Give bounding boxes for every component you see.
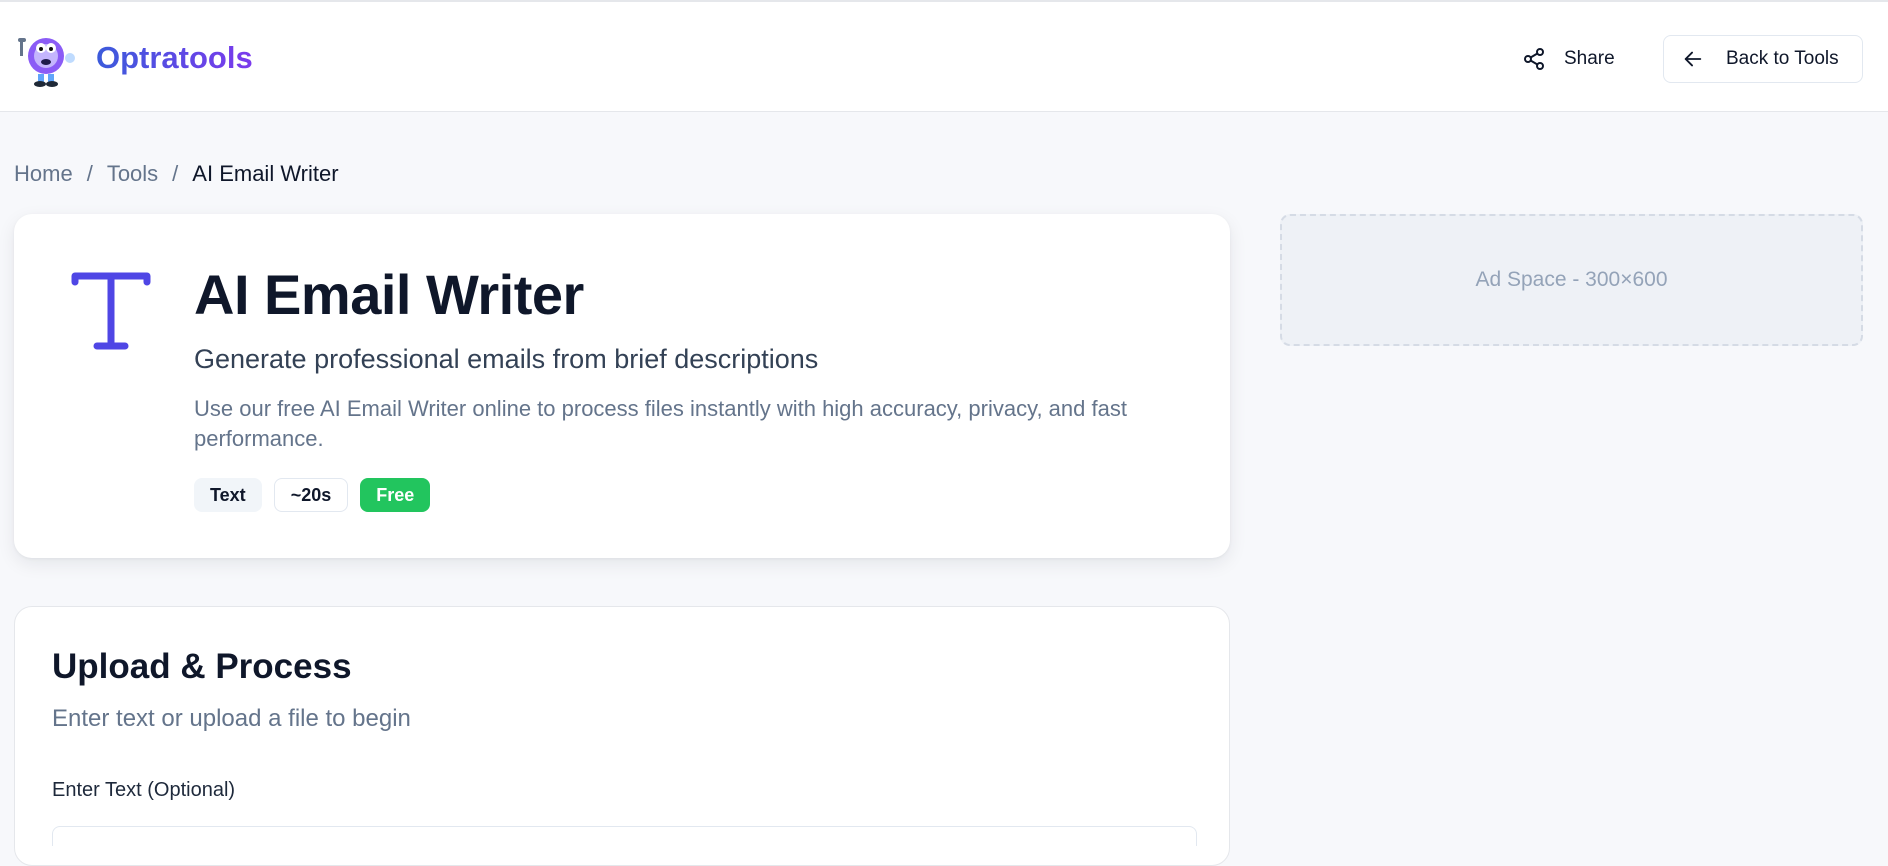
back-to-tools-button[interactable]: Back to Tools [1663, 35, 1863, 83]
breadcrumb: Home / Tools / AI Email Writer [14, 161, 339, 187]
mascot-logo-icon [18, 38, 75, 87]
tool-tags: Text ~20s Free [194, 478, 431, 512]
breadcrumb-home[interactable]: Home [14, 161, 73, 187]
free-badge: Free [360, 478, 431, 512]
brand-name: Optratools [96, 40, 253, 75]
upload-title: Upload & Process [52, 647, 352, 686]
text-input-label: Enter Text (Optional) [52, 779, 236, 801]
breadcrumb-tools[interactable]: Tools [107, 161, 158, 187]
upload-subtitle: Enter text or upload a file to begin [52, 705, 411, 732]
upload-process-card: Upload & Process Enter text or upload a … [14, 606, 1230, 866]
brand-logo[interactable]: Optratools [14, 28, 253, 88]
tool-hero-card: AI Email Writer Generate professional em… [14, 214, 1230, 558]
breadcrumb-separator: / [86, 161, 93, 186]
text-type-icon [71, 272, 151, 350]
share-button[interactable]: Share [1522, 38, 1615, 80]
page-title: AI Email Writer [194, 263, 584, 326]
share-icon [1524, 48, 1544, 70]
ad-label: Ad Space - 300×600 [1475, 268, 1668, 291]
arrow-left-icon [1684, 51, 1702, 67]
top-navbar: Optratools Share Back to Tools [0, 0, 1888, 112]
text-input-area[interactable] [52, 826, 1197, 846]
tool-subtitle: Generate professional emails from brief … [194, 344, 819, 374]
share-label: Share [1564, 48, 1615, 69]
category-badge: Text [194, 478, 262, 512]
duration-badge: ~20s [273, 478, 349, 512]
ad-placeholder: Ad Space - 300×600 [1280, 214, 1863, 346]
breadcrumb-separator: / [172, 161, 179, 186]
breadcrumb-current: AI Email Writer [192, 161, 339, 186]
back-to-tools-label: Back to Tools [1726, 48, 1839, 69]
tool-description: Use our free AI Email Writer online to p… [194, 396, 1127, 451]
